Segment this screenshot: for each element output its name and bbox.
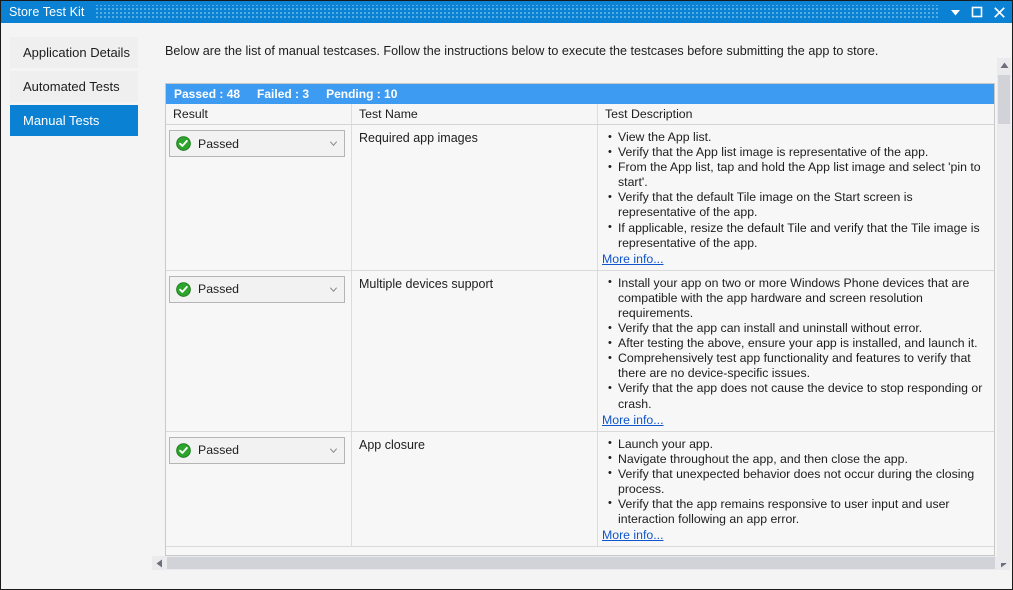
list-item: Verify that the app does not cause the d… bbox=[608, 381, 986, 411]
close-icon bbox=[993, 6, 1005, 18]
test-description-cell: Install your app on two or more Windows … bbox=[598, 270, 994, 431]
grid-header-row: Result Test Name Test Description bbox=[166, 104, 994, 125]
status-summary-bar: Passed : 48 Failed : 3 Pending : 10 bbox=[166, 84, 994, 104]
test-name-cell: App closure bbox=[352, 431, 598, 547]
check-circle-icon bbox=[176, 136, 191, 151]
list-item: If applicable, resize the default Tile a… bbox=[608, 220, 986, 251]
maximize-icon bbox=[971, 6, 983, 18]
manual-tests-grid: Passed : 48 Failed : 3 Pending : 10 Resu… bbox=[165, 83, 995, 556]
minimize-dropdown-button[interactable] bbox=[944, 1, 966, 23]
scroll-left-button[interactable] bbox=[152, 556, 166, 570]
store-test-kit-window: Store Test Kit Application Details Autom… bbox=[0, 0, 1013, 590]
list-item: Install your app on two or more Windows … bbox=[608, 275, 986, 321]
title-bar: Store Test Kit bbox=[1, 1, 1012, 23]
more-info-link[interactable]: More info... bbox=[602, 413, 664, 427]
sidebar: Application Details Automated Tests Manu… bbox=[2, 23, 146, 589]
result-value: Passed bbox=[198, 443, 240, 458]
table-row: Passed Required app images View the App … bbox=[166, 125, 994, 271]
passed-count-label: Passed : 48 bbox=[174, 87, 241, 101]
more-info-link[interactable]: More info... bbox=[602, 528, 664, 542]
more-info-link[interactable]: More info... bbox=[602, 252, 664, 266]
list-item: Comprehensively test app functionality a… bbox=[608, 351, 986, 381]
window-controls bbox=[944, 1, 1012, 23]
description-bullet-list: Launch your app. Navigate throughout the… bbox=[602, 436, 986, 528]
pending-count-label: Pending : 10 bbox=[326, 87, 398, 101]
scroll-up-button[interactable] bbox=[997, 58, 1011, 72]
list-item: From the App list, tap and hold the App … bbox=[608, 160, 986, 190]
column-header-test-name[interactable]: Test Name bbox=[352, 104, 598, 124]
horizontal-scroll-thumb[interactable] bbox=[167, 557, 995, 569]
chevron-left-icon bbox=[156, 559, 162, 567]
result-dropdown[interactable]: Passed bbox=[169, 275, 345, 303]
result-value: Passed bbox=[198, 136, 240, 151]
instructions-text: Below are the list of manual testcases. … bbox=[165, 44, 879, 58]
chevron-down-icon bbox=[329, 287, 338, 292]
column-header-test-description[interactable]: Test Description bbox=[598, 104, 994, 124]
sidebar-item-application-details[interactable]: Application Details bbox=[10, 37, 138, 68]
list-item: Verify that the app remains responsive t… bbox=[608, 496, 986, 527]
table-row: Passed Multiple devices support Install … bbox=[166, 270, 994, 432]
sidebar-item-manual-tests[interactable]: Manual Tests bbox=[10, 105, 138, 136]
test-name-cell: Required app images bbox=[352, 125, 598, 270]
list-item: Verify that the App list image is repres… bbox=[608, 145, 986, 160]
test-description-cell: Launch your app. Navigate throughout the… bbox=[598, 431, 994, 547]
result-dropdown[interactable]: Passed bbox=[169, 130, 345, 157]
description-bullet-list: Install your app on two or more Windows … bbox=[602, 275, 986, 412]
horizontal-scrollbar[interactable] bbox=[152, 556, 1010, 570]
chevron-down-icon bbox=[950, 9, 960, 15]
grid-body: Passed Required app images View the App … bbox=[166, 125, 994, 555]
sidebar-item-automated-tests[interactable]: Automated Tests bbox=[10, 71, 138, 102]
sidebar-item-label: Automated Tests bbox=[23, 79, 120, 94]
list-item: Verify that unexpected behavior does not… bbox=[608, 466, 986, 497]
result-cell: Passed bbox=[166, 125, 352, 270]
sidebar-item-label: Application Details bbox=[23, 45, 130, 60]
list-item: Verify that the app can install and unin… bbox=[608, 321, 986, 336]
chevron-down-icon bbox=[329, 447, 338, 453]
check-circle-icon bbox=[176, 442, 191, 458]
test-description-cell: View the App list. Verify that the App l… bbox=[598, 125, 994, 270]
result-cell: Passed bbox=[166, 431, 352, 547]
test-name-cell: Multiple devices support bbox=[352, 270, 598, 431]
result-value: Passed bbox=[198, 282, 240, 297]
table-row: Passed App closure Launch your app. Navi… bbox=[166, 431, 994, 548]
content-area: Below are the list of manual testcases. … bbox=[146, 23, 1012, 589]
result-dropdown[interactable]: Passed bbox=[169, 436, 345, 464]
list-item: View the App list. bbox=[608, 129, 986, 145]
check-circle-icon bbox=[176, 281, 191, 297]
maximize-button[interactable] bbox=[966, 1, 988, 23]
chevron-down-icon bbox=[329, 141, 338, 147]
list-item: Verify that the default Tile image on th… bbox=[608, 190, 986, 220]
failed-count-label: Failed : 3 bbox=[257, 87, 310, 101]
window-title: Store Test Kit bbox=[9, 5, 85, 19]
sidebar-item-label: Manual Tests bbox=[23, 113, 100, 128]
chevron-up-icon bbox=[1000, 62, 1008, 68]
list-item: Launch your app. bbox=[608, 436, 986, 452]
list-item: Navigate throughout the app, and then cl… bbox=[608, 451, 986, 467]
description-bullet-list: View the App list. Verify that the App l… bbox=[602, 129, 986, 251]
column-header-result[interactable]: Result bbox=[166, 104, 352, 124]
vertical-scroll-thumb[interactable] bbox=[998, 75, 1010, 124]
title-grip bbox=[94, 5, 938, 19]
vertical-scrollbar[interactable] bbox=[997, 58, 1011, 563]
list-item: After testing the above, ensure your app… bbox=[608, 336, 986, 351]
result-cell: Passed bbox=[166, 270, 352, 431]
close-button[interactable] bbox=[988, 1, 1010, 23]
